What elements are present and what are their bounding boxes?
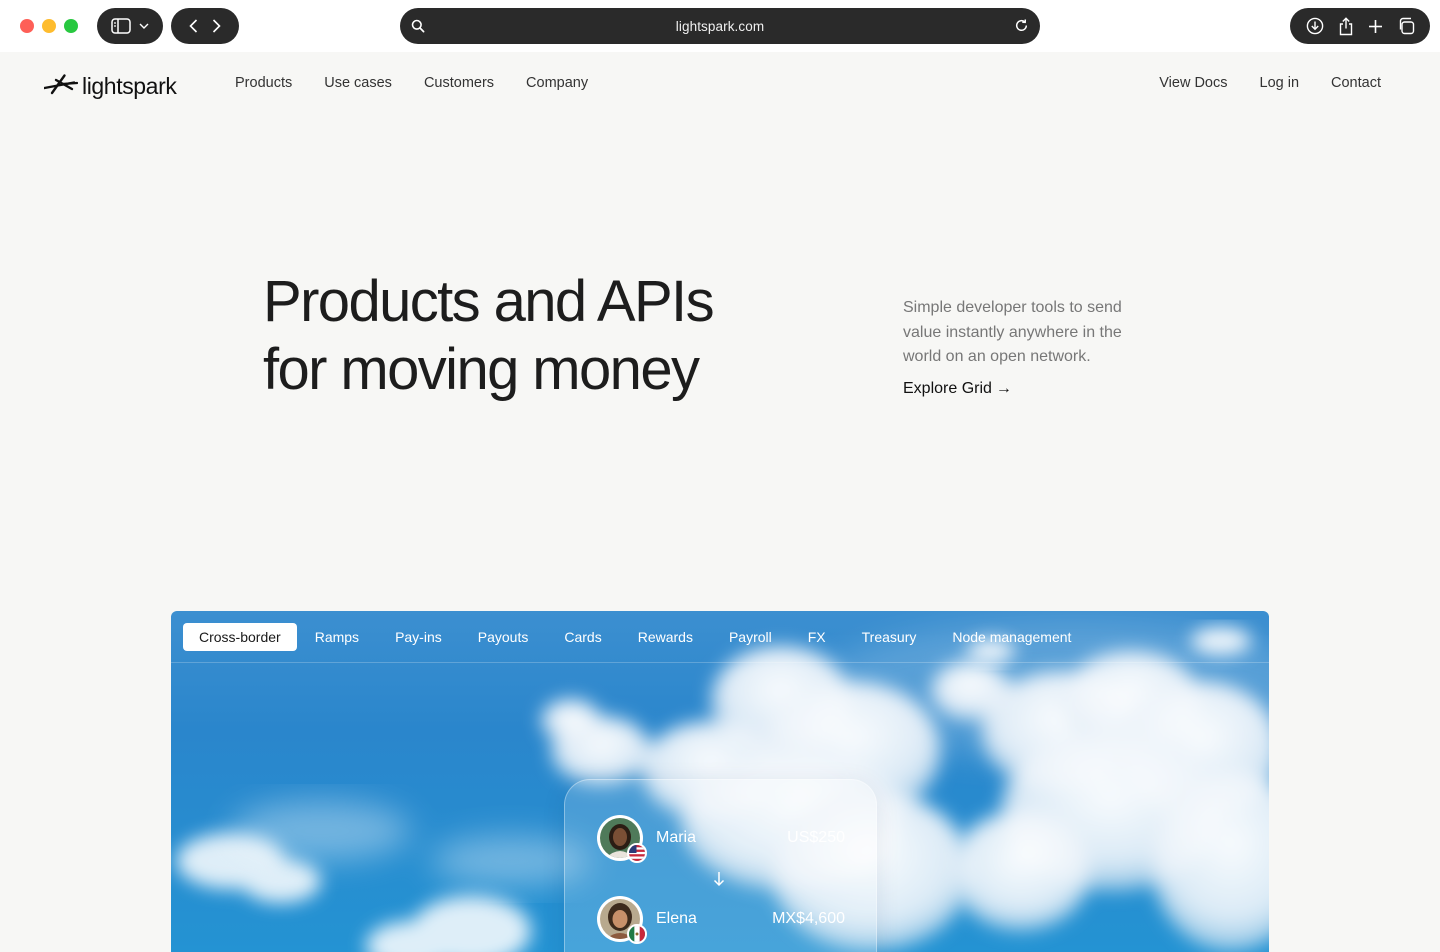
url-text: lightspark.com [675,18,765,34]
secondary-nav: View Docs Log in Contact [1159,75,1381,91]
address-bar[interactable]: lightspark.com [400,8,1040,44]
receiver-name: Elena [656,910,697,927]
receiver-avatar [597,896,647,944]
tab-rewards[interactable]: Rewards [620,623,711,651]
sidebar-icon [111,18,131,34]
nav-log-in[interactable]: Log in [1260,75,1300,91]
nav-contact[interactable]: Contact [1331,75,1381,91]
minimize-window-button[interactable] [42,19,56,33]
arrow-down-icon [712,871,726,892]
window-controls [20,19,78,33]
lightspark-logo-icon [43,72,79,101]
download-icon[interactable] [1306,17,1324,35]
tab-cards[interactable]: Cards [546,623,619,651]
tabs-divider [171,662,1269,663]
explore-grid-link[interactable]: Explore Grid → [903,380,1012,398]
close-window-button[interactable] [20,19,34,33]
zoom-window-button[interactable] [64,19,78,33]
search-icon [411,19,425,33]
sender-amount: US$250 [787,829,845,846]
tab-pay-ins[interactable]: Pay-ins [377,623,460,651]
receiver-amount: MX$4,600 [772,910,845,927]
tab-payroll[interactable]: Payroll [711,623,790,651]
nav-company[interactable]: Company [526,75,588,91]
nav-customers[interactable]: Customers [424,75,494,91]
receiver-row: Elena MX$4,600 [597,896,845,944]
tab-fx[interactable]: FX [790,623,844,651]
chevron-down-icon[interactable] [139,23,149,29]
product-tabs: Cross-border Ramps Pay-ins Payouts Cards… [183,623,1089,651]
tab-cross-border[interactable]: Cross-border [183,623,297,651]
transfer-card: Maria US$250 Elena MX$4,600 [564,779,877,952]
primary-nav: Products Use cases Customers Company [235,75,588,91]
logo-wordmark: lightspark [82,73,177,99]
us-flag-icon [627,843,647,863]
plus-icon[interactable] [1368,19,1383,34]
tab-node-management[interactable]: Node management [934,623,1089,651]
history-nav [171,8,239,44]
hero-subtitle: Simple developer tools to send value ins… [903,299,1122,365]
tab-payouts[interactable]: Payouts [460,623,547,651]
logo-link[interactable]: lightspark [43,72,177,101]
forward-icon[interactable] [212,19,221,33]
sidebar-toggle-button[interactable] [97,8,163,44]
mx-flag-icon [627,924,647,944]
tabs-overview-icon[interactable] [1397,17,1415,35]
browser-actions [1290,8,1430,44]
nav-view-docs[interactable]: View Docs [1159,75,1227,91]
reload-icon[interactable] [1014,18,1029,33]
back-icon[interactable] [189,19,198,33]
hero-title-line-1: Products and APIs [263,269,715,334]
nav-use-cases[interactable]: Use cases [324,75,392,91]
site-header: lightspark Products Use cases Customers … [0,52,1440,116]
browser-toolbar: lightspark.com [0,0,1440,52]
hero-title-line-2: for moving money [263,337,700,402]
browser-window: lightspark.com lightspark Products Use c… [0,0,1440,952]
explore-grid-label: Explore Grid [903,380,992,397]
product-showcase: Cross-border Ramps Pay-ins Payouts Cards… [171,611,1269,952]
hero-title: Products and APIs for moving money [263,268,823,404]
tab-treasury[interactable]: Treasury [844,623,935,651]
sender-name: Maria [656,829,697,846]
nav-products[interactable]: Products [235,75,292,91]
sender-row: Maria US$250 [597,815,845,863]
share-icon[interactable] [1338,16,1354,36]
sender-avatar [597,815,647,863]
arrow-right-icon: → [995,380,1012,397]
tab-ramps[interactable]: Ramps [297,623,377,651]
